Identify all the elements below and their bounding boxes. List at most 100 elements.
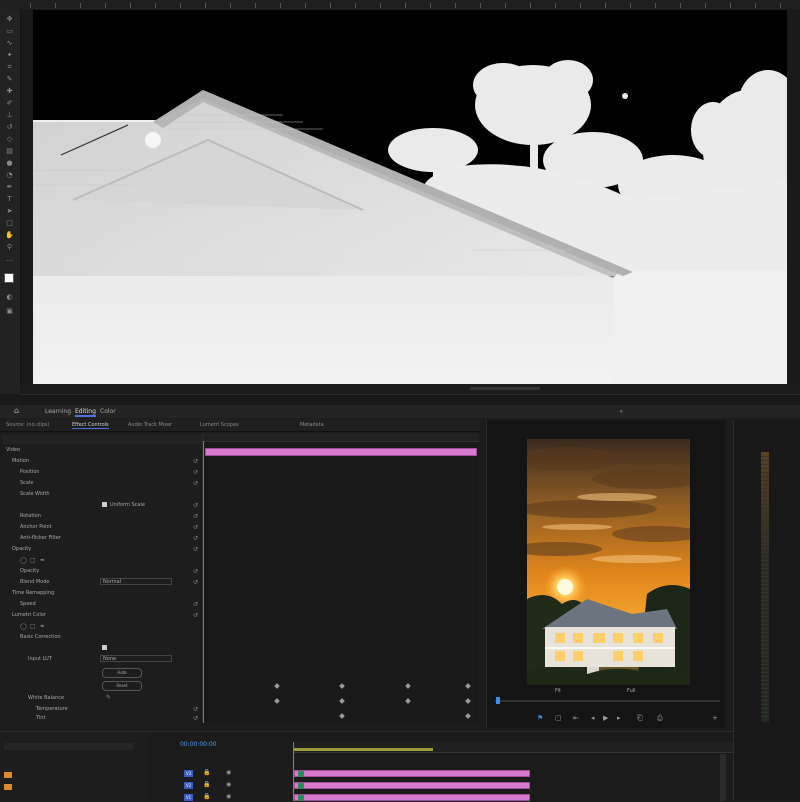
- lift-icon[interactable]: ⎗: [637, 714, 643, 722]
- history-brush-icon[interactable]: ↺: [5, 123, 14, 131]
- export-frame-icon[interactable]: ⎙: [657, 714, 663, 722]
- eye-icon[interactable]: ◉: [226, 769, 231, 776]
- reset-icon[interactable]: ↺: [193, 458, 198, 465]
- foreground-color-swatch[interactable]: [4, 273, 14, 283]
- ec-row-label[interactable]: Time Remapping: [12, 590, 54, 596]
- keyframe[interactable]: [405, 698, 411, 704]
- marquee-icon[interactable]: ▭: [5, 27, 14, 35]
- mark-in-icon[interactable]: ▢: [555, 714, 562, 722]
- eraser-icon[interactable]: ◇: [5, 135, 14, 143]
- ec-clip-bar[interactable]: [205, 448, 477, 456]
- mask-pen-icon[interactable]: ✒: [40, 623, 45, 630]
- hand-icon[interactable]: ✋: [5, 231, 14, 239]
- mask-rect-icon[interactable]: □: [30, 557, 36, 564]
- reset-icon[interactable]: ↺: [193, 612, 198, 619]
- step-back-icon[interactable]: ◂: [591, 714, 595, 722]
- reset-icon[interactable]: ↺: [193, 601, 198, 608]
- workspace-menu[interactable]: ▾: [620, 409, 623, 415]
- lock-icon[interactable]: 🔒: [203, 769, 210, 776]
- mask-rect-icon[interactable]: □: [30, 623, 36, 630]
- dodge-icon[interactable]: ◔: [5, 171, 14, 179]
- uniform-scale-checkbox[interactable]: [102, 502, 107, 507]
- reset-icon[interactable]: ↺: [193, 513, 198, 520]
- keyframe[interactable]: [274, 698, 280, 704]
- home-icon[interactable]: ⌂: [14, 406, 19, 415]
- ec-row-label[interactable]: Opacity: [12, 546, 31, 552]
- mask-ellipse-icon[interactable]: ◯: [20, 623, 27, 630]
- tab-audio-mixer[interactable]: Audio Track Mixer: [128, 422, 172, 428]
- program-playhead[interactable]: [496, 697, 500, 704]
- path-select-icon[interactable]: ➤: [5, 207, 14, 215]
- effect-controls-timeline[interactable]: [202, 433, 479, 723]
- magic-wand-icon[interactable]: ✦: [5, 51, 14, 59]
- ec-ruler[interactable]: [203, 433, 479, 442]
- crop-icon[interactable]: ⌗: [5, 63, 14, 71]
- timeline-timecode[interactable]: 00:00:00:00: [180, 741, 217, 748]
- ec-row-label[interactable]: White Balance: [28, 695, 64, 701]
- workspace-tab-0[interactable]: Learning: [45, 408, 71, 415]
- lock-icon[interactable]: 🔒: [203, 781, 210, 788]
- lock-icon[interactable]: 🔒: [203, 793, 210, 800]
- reset-icon[interactable]: ↺: [193, 524, 198, 531]
- ec-row-label[interactable]: Basic Correction: [20, 634, 61, 640]
- move-icon[interactable]: ✥: [5, 15, 14, 23]
- eye-icon[interactable]: ◉: [226, 793, 231, 800]
- brush-icon[interactable]: ✐: [5, 99, 14, 107]
- keyframe[interactable]: [465, 713, 471, 719]
- eye-icon[interactable]: ◉: [226, 781, 231, 788]
- reset-icon[interactable]: ↺: [193, 706, 198, 713]
- ec-row-label[interactable]: Lumetri Color: [12, 612, 46, 618]
- keyframe[interactable]: [465, 698, 471, 704]
- reset-icon[interactable]: ↺: [193, 535, 198, 542]
- mask-pen-icon[interactable]: ✒: [40, 557, 45, 564]
- add-marker-icon[interactable]: ⚑: [537, 714, 543, 722]
- keyframe[interactable]: [339, 698, 345, 704]
- shape-icon[interactable]: □: [5, 219, 14, 227]
- keyframe[interactable]: [339, 713, 345, 719]
- timeline-scrollbar[interactable]: [720, 754, 726, 801]
- screen-mode-icon[interactable]: ▣: [5, 307, 14, 315]
- project-search-input[interactable]: [4, 743, 134, 750]
- enable-checkbox[interactable]: [102, 645, 107, 650]
- ec-playhead[interactable]: [203, 441, 204, 723]
- track-label[interactable]: V3: [184, 770, 193, 777]
- reset-icon[interactable]: ↺: [193, 502, 198, 509]
- workspace-tab-color[interactable]: Color: [100, 408, 116, 415]
- more-tools-icon[interactable]: …: [5, 255, 14, 263]
- reset-icon[interactable]: ↺: [193, 568, 198, 575]
- keyframe[interactable]: [465, 683, 471, 689]
- auto-button[interactable]: Auto: [102, 668, 142, 678]
- tab-effect-controls[interactable]: Effect Controls: [72, 422, 109, 429]
- timeline-panel-tab[interactable]: [20, 394, 800, 405]
- track-label[interactable]: V2: [184, 782, 193, 789]
- reset-icon[interactable]: ↺: [193, 715, 198, 722]
- bin-icon[interactable]: [4, 772, 12, 778]
- document-canvas[interactable]: [33, 10, 787, 384]
- blend-mode-select[interactable]: Normal: [100, 578, 172, 585]
- tab-lumetri-scopes[interactable]: Lumetri Scopes: [200, 422, 239, 428]
- go-to-in-icon[interactable]: ⇤: [573, 714, 579, 722]
- add-button-icon[interactable]: +: [712, 714, 718, 722]
- workspace-tab-editing[interactable]: Editing: [75, 408, 96, 417]
- gradient-icon[interactable]: ▤: [5, 147, 14, 155]
- reset-icon[interactable]: ↺: [193, 469, 198, 476]
- keyframe[interactable]: [274, 683, 280, 689]
- type-icon[interactable]: T: [5, 195, 14, 203]
- play-icon[interactable]: ▶: [603, 714, 608, 722]
- timeline-clip-v2[interactable]: [294, 782, 530, 789]
- step-forward-icon[interactable]: ▸: [617, 714, 621, 722]
- stamp-icon[interactable]: ⊥: [5, 111, 14, 119]
- pen-icon[interactable]: ✒: [5, 183, 14, 191]
- lasso-icon[interactable]: ∿: [5, 39, 14, 47]
- tab-source[interactable]: Source: (no clips): [6, 422, 49, 428]
- program-scrubber[interactable]: [495, 700, 720, 702]
- reset-icon[interactable]: ↺: [193, 546, 198, 553]
- input-lut-select[interactable]: None: [100, 655, 172, 662]
- work-area-bar[interactable]: [293, 748, 433, 751]
- keyframe[interactable]: [339, 683, 345, 689]
- healing-icon[interactable]: ✚: [5, 87, 14, 95]
- zoom-icon[interactable]: ⚲: [5, 243, 14, 251]
- timeline-clip-v3[interactable]: [294, 770, 530, 777]
- keyframe[interactable]: [405, 683, 411, 689]
- bin-icon[interactable]: [4, 784, 12, 790]
